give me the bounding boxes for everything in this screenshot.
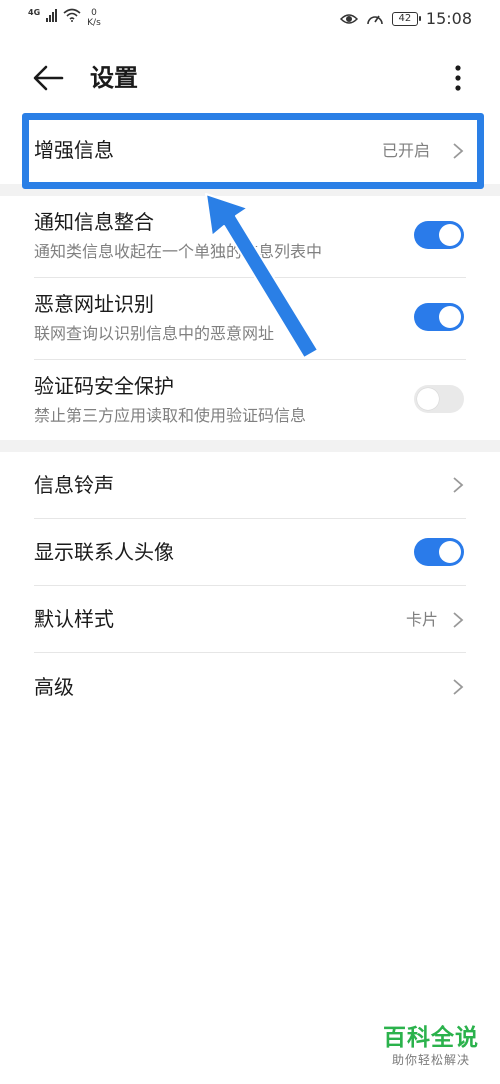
clock: 15:08	[425, 9, 472, 28]
verification-code-subtitle: 禁止第三方应用读取和使用验证码信息	[34, 406, 307, 425]
ringtone-title: 信息铃声	[34, 473, 114, 497]
network-speed: 0 K/s	[87, 8, 101, 28]
malicious-url-toggle[interactable]	[414, 303, 464, 331]
speed-unit: K/s	[87, 18, 101, 28]
ringtone-row[interactable]: 信息铃声	[0, 452, 500, 518]
contact-avatar-title: 显示联系人头像	[34, 540, 174, 564]
chevron-right-icon	[453, 679, 464, 695]
chevron-right-icon	[453, 477, 464, 493]
battery-icon: 42	[391, 11, 421, 26]
status-bar: 4G 0 K/s 42 15:08	[0, 0, 500, 40]
eye-icon	[339, 13, 358, 24]
signal-icon	[46, 8, 58, 22]
notification-merge-toggle[interactable]	[414, 221, 464, 249]
annotation-arrow-icon	[205, 193, 319, 359]
status-left: 4G 0 K/s	[28, 8, 101, 28]
advanced-row[interactable]: 高级	[0, 653, 500, 719]
default-style-row[interactable]: 默认样式 卡片	[0, 586, 500, 652]
contact-avatar-toggle[interactable]	[414, 538, 464, 566]
watermark: 百科全说 助你轻松解决	[376, 1024, 486, 1068]
toggle-knob	[439, 306, 461, 328]
network-type: 4G	[28, 8, 41, 17]
toggle-knob	[417, 388, 439, 410]
toggle-knob	[439, 541, 461, 563]
watermark-sub: 助你轻松解决	[391, 1053, 470, 1067]
default-style-title: 默认样式	[34, 607, 114, 631]
advanced-title: 高级	[34, 675, 74, 699]
arrow-left-icon[interactable]	[30, 60, 66, 96]
more-vertical-icon[interactable]	[448, 60, 468, 96]
default-style-value: 卡片	[406, 610, 439, 629]
notification-merge-title: 通知信息整合	[34, 210, 154, 234]
toggle-knob	[439, 224, 461, 246]
page-title: 设置	[90, 64, 138, 92]
verification-code-row[interactable]: 验证码安全保护 禁止第三方应用读取和使用验证码信息	[0, 360, 500, 440]
verification-code-toggle[interactable]	[414, 385, 464, 413]
wifi-icon	[63, 8, 81, 22]
gauge-icon	[367, 15, 383, 24]
section-gap	[0, 440, 500, 452]
watermark-main: 百科全说	[383, 1025, 479, 1051]
contact-avatar-row[interactable]: 显示联系人头像	[0, 519, 500, 585]
speed-value: 0	[91, 8, 97, 18]
verification-code-title: 验证码安全保护	[34, 374, 174, 398]
highlight-box	[22, 113, 484, 189]
status-right: 42 15:08	[339, 9, 472, 28]
malicious-url-title: 恶意网址识别	[34, 292, 154, 316]
chevron-right-icon	[453, 612, 464, 628]
app-header: 设置	[0, 50, 500, 106]
